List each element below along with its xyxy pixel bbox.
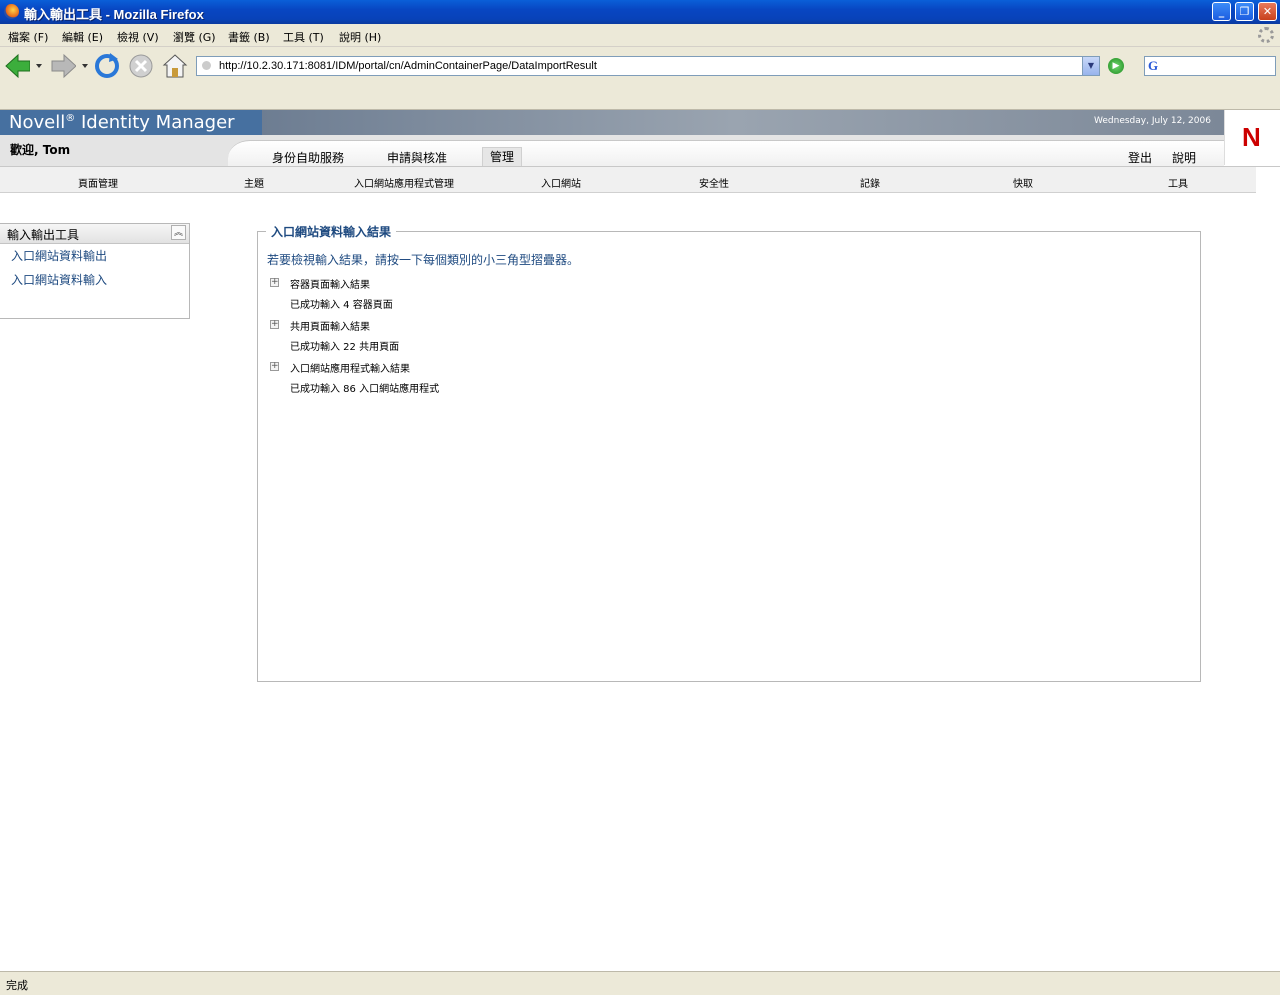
import-result-panel: 入口網站資料輸入結果 — [257, 223, 1201, 682]
subnav-themes[interactable]: 主題 — [244, 175, 264, 190]
menu-view[interactable]: 檢視 (V) — [117, 29, 159, 45]
registered-mark: ® — [65, 113, 76, 124]
subnav-tools[interactable]: 工具 — [1168, 175, 1188, 190]
status-text: 完成 — [6, 979, 28, 992]
close-button[interactable]: ✕ — [1258, 2, 1277, 21]
page-icon — [202, 61, 211, 70]
url-bar[interactable]: http://10.2.30.171:8081/IDM/portal/cn/Ad… — [196, 56, 1100, 76]
subnav-portlet-admin[interactable]: 入口網站應用程式管理 — [354, 175, 454, 190]
menu-bookmarks[interactable]: 書籤 (B) — [228, 29, 270, 45]
header-date: Wednesday, July 12, 2006 — [1094, 116, 1211, 126]
back-dropdown-icon[interactable] — [36, 63, 42, 69]
expand-icon[interactable]: + — [270, 278, 279, 287]
menu-tools[interactable]: 工具 (T) — [283, 29, 324, 45]
expand-icon[interactable]: + — [270, 362, 279, 371]
search-input[interactable]: G — [1144, 56, 1276, 76]
panel-header: 輸入輸出工具 ︽ — [0, 224, 189, 244]
tab-identity-self-service[interactable]: 身份自助服務 — [272, 149, 344, 166]
menu-file[interactable]: 檔案 (F) — [8, 29, 48, 45]
status-bar: 完成 — [0, 971, 1280, 995]
home-icon[interactable] — [162, 53, 188, 79]
instruction-text: 若要檢視輸入結果，請按一下每個類別的小三角型摺疊器。 — [267, 253, 580, 267]
brand-name: Novell — [9, 112, 66, 133]
subnav-caching[interactable]: 快取 — [1013, 175, 1033, 190]
firefox-icon — [4, 4, 19, 19]
product-brand: Novell® Identity Manager — [9, 112, 235, 133]
novell-logo: N — [1224, 110, 1280, 165]
help-link[interactable]: 說明 — [1172, 149, 1196, 166]
window-title: 輸入輸出工具 - Mozilla Firefox — [24, 7, 204, 22]
link-portal-data-export[interactable]: 入口網站資料輸出 — [11, 247, 107, 264]
collapse-icon[interactable]: ︽ — [171, 225, 186, 240]
minimize-button[interactable]: _ — [1212, 2, 1231, 21]
admin-subnav — [0, 167, 1256, 193]
result-title-shared-pages: 共用頁面輸入結果 — [290, 322, 370, 333]
forward-arrow-icon[interactable] — [50, 53, 76, 79]
stop-icon[interactable] — [128, 53, 154, 79]
result-detail-container-pages: 已成功輸入 4 容器頁面 — [290, 300, 393, 311]
maximize-button[interactable]: ❐ — [1235, 2, 1254, 21]
result-detail-shared-pages: 已成功輸入 22 共用頁面 — [290, 342, 400, 353]
subnav-page-admin[interactable]: 頁面管理 — [78, 175, 118, 190]
url-text[interactable]: http://10.2.30.171:8081/IDM/portal/cn/Ad… — [219, 60, 597, 72]
menu-go[interactable]: 瀏覽 (G) — [173, 29, 216, 45]
menu-edit[interactable]: 編輯 (E) — [62, 29, 103, 45]
google-search-icon[interactable]: G — [1148, 58, 1158, 74]
welcome-text: 歡迎, Tom — [10, 143, 71, 157]
url-dropdown-icon[interactable]: ▼ — [1082, 57, 1099, 75]
result-title-container-pages: 容器頁面輸入結果 — [290, 280, 370, 291]
portal-header-banner: Novell® Identity Manager Wednesday, July… — [0, 110, 1224, 135]
panel-title: 輸入輸出工具 — [7, 228, 80, 242]
panel-legend: 入口網站資料輸入結果 — [266, 223, 397, 240]
expand-icon[interactable]: + — [270, 320, 279, 329]
logout-link[interactable]: 登出 — [1128, 149, 1152, 166]
window-title-bar[interactable]: 輸入輸出工具 - Mozilla Firefox _ ❐ ✕ — [0, 0, 1280, 24]
menu-help[interactable]: 說明 (H) — [339, 29, 381, 45]
menu-bar: 檔案 (F) 編輯 (E) 檢視 (V) 瀏覽 (G) 書籤 (B) 工具 (T… — [0, 24, 1280, 47]
bookmarks-toolbar — [0, 85, 1280, 110]
subnav-security[interactable]: 安全性 — [699, 175, 729, 190]
tab-requests-approvals[interactable]: 申請與核准 — [387, 149, 447, 166]
go-icon[interactable]: ▶ — [1108, 58, 1124, 74]
tab-strip — [228, 140, 1224, 167]
forward-dropdown-icon[interactable] — [82, 63, 88, 69]
novell-logo-letter: N — [1242, 122, 1261, 152]
tab-administration[interactable]: 管理 — [482, 147, 523, 167]
subnav-portal[interactable]: 入口網站 — [541, 175, 581, 190]
product-name: Identity Manager — [80, 112, 235, 133]
result-title-portlets: 入口網站應用程式輸入結果 — [290, 364, 410, 375]
throbber-icon — [1258, 27, 1274, 43]
subnav-logging[interactable]: 記錄 — [860, 175, 880, 190]
result-detail-portlets: 已成功輸入 86 入口網站應用程式 — [290, 384, 440, 395]
link-portal-data-import[interactable]: 入口網站資料輸入 — [11, 271, 107, 288]
reload-icon[interactable] — [94, 53, 120, 79]
back-arrow-icon[interactable] — [4, 53, 30, 79]
